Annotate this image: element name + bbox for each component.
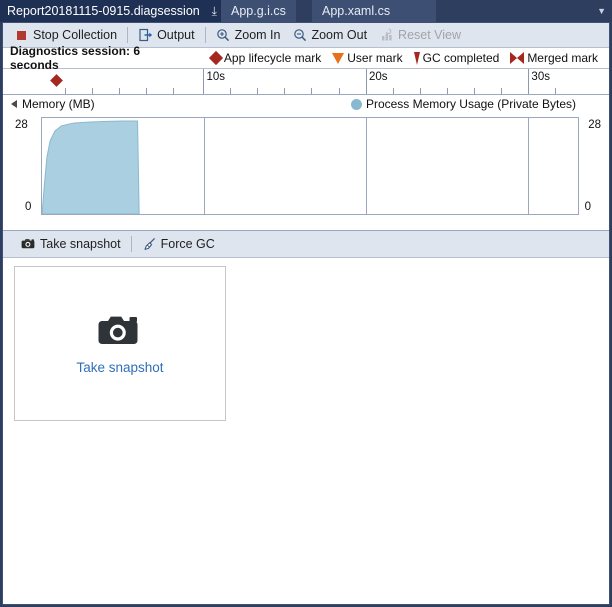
ruler-minor-tick xyxy=(500,88,502,94)
output-icon xyxy=(138,28,153,43)
memory-area-path xyxy=(42,120,140,214)
ruler-minor-tick xyxy=(311,88,313,94)
output-button[interactable]: Output xyxy=(132,25,201,46)
ruler-label: 20s xyxy=(368,71,388,83)
take-snapshot-button[interactable]: Take snapshot xyxy=(15,233,127,255)
legend-user-mark: User mark xyxy=(332,51,403,65)
ruler-minor-tick xyxy=(172,88,174,94)
ruler-minor-tick xyxy=(474,88,476,94)
plot-divider xyxy=(365,118,367,214)
output-label: Output xyxy=(157,28,195,42)
merged-marker-icon xyxy=(510,51,525,65)
tab-app-g-i-cs[interactable]: App.g.i.cs xyxy=(221,0,296,22)
plot-divider xyxy=(527,118,529,214)
ruler-minor-tick xyxy=(419,88,421,94)
memory-area-series xyxy=(42,120,140,214)
y-axis-max-right: 28 xyxy=(588,119,601,131)
collapse-triangle-icon[interactable] xyxy=(11,100,17,108)
tab-label: App.g.i.cs xyxy=(231,4,286,18)
legend-label: Merged mark xyxy=(527,51,598,65)
toolbar-divider xyxy=(204,27,206,43)
ruler-label: 30s xyxy=(531,71,550,83)
tab-report-diagsession[interactable]: Report20181115-0915.diagsession ⤓ ✕ xyxy=(0,0,243,22)
zoom-in-button[interactable]: Zoom In xyxy=(210,25,287,46)
legend-label: App lifecycle mark xyxy=(223,51,322,65)
ruler-minor-tick xyxy=(92,88,94,94)
snapshot-panel: Take snapshot xyxy=(3,258,609,579)
ruler-minor-tick xyxy=(555,88,557,94)
legend-gc-completed: GC completed xyxy=(413,51,500,65)
broom-icon xyxy=(142,237,157,252)
zoom-out-icon xyxy=(292,28,307,43)
diamond-marker-icon xyxy=(208,50,223,66)
memory-plot-area[interactable] xyxy=(41,117,579,215)
chart-section-divider xyxy=(3,221,609,231)
ruler-minor-tick xyxy=(230,88,232,94)
ruler-minor-tick xyxy=(65,88,67,94)
tab-overflow-chevron-down-icon[interactable]: ▼ xyxy=(597,0,606,22)
reset-view-label: Reset View xyxy=(398,28,462,42)
take-snapshot-link[interactable]: Take snapshot xyxy=(76,360,163,375)
session-duration-label: Diagnostics session: 6 seconds xyxy=(10,44,141,72)
zoom-out-button[interactable]: Zoom Out xyxy=(286,25,373,46)
stop-collection-label: Stop Collection xyxy=(33,28,118,42)
memory-chart: 28 0 28 0 xyxy=(3,113,609,221)
ruler-minor-tick xyxy=(446,88,448,94)
ruler-minor-tick xyxy=(145,88,147,94)
snapshot-toolbar: Take snapshot Force GC xyxy=(3,231,609,258)
memory-chart-header: Memory (MB) Process Memory Usage (Privat… xyxy=(3,95,609,113)
tab-label: Report20181115-0915.diagsession xyxy=(7,4,200,18)
ruler-track[interactable]: 10s 20s 30s xyxy=(41,69,579,94)
legend-merged-mark: Merged mark xyxy=(510,51,598,65)
series-color-dot-icon xyxy=(350,98,362,110)
plot-divider xyxy=(203,118,205,214)
memory-chart-title: Memory (MB) xyxy=(22,97,95,111)
force-gc-button[interactable]: Force GC xyxy=(136,233,221,255)
toolbar-divider xyxy=(127,27,129,43)
tab-label: App.xaml.cs xyxy=(322,4,391,18)
timeline-ruler[interactable]: 10s 20s 30s xyxy=(3,69,609,95)
legend-label: GC completed xyxy=(422,51,500,65)
legend-label: User mark xyxy=(347,51,403,65)
memory-chart-legend: Process Memory Usage (Private Bytes) xyxy=(350,95,576,113)
ruler-minor-tick xyxy=(119,88,120,94)
diagnostics-hub-window: Report20181115-0915.diagsession ⤓ ✕ App.… xyxy=(0,0,612,607)
force-gc-label: Force GC xyxy=(160,237,215,251)
camera-icon xyxy=(97,312,143,351)
zoom-in-icon xyxy=(216,28,231,43)
ruler-minor-tick xyxy=(284,88,286,94)
session-legend-bar: Diagnostics session: 6 seconds App lifec… xyxy=(3,44,609,72)
y-axis-min-left: 0 xyxy=(25,201,32,213)
zoom-out-label: Zoom Out xyxy=(311,28,368,42)
gc-marker-icon xyxy=(413,51,420,65)
snapshot-toolbar-divider xyxy=(130,236,132,252)
ruler-minor-tick xyxy=(338,88,340,94)
triangle-down-marker-icon xyxy=(332,52,345,64)
zoom-in-label: Zoom In xyxy=(234,28,281,42)
stop-icon xyxy=(14,28,29,43)
camera-icon xyxy=(21,237,36,252)
reset-view-button[interactable]: Reset View xyxy=(373,25,467,46)
reset-view-icon xyxy=(379,28,394,43)
pin-icon[interactable]: ⤓ xyxy=(208,5,221,17)
ruler-minor-tick xyxy=(257,88,259,94)
ruler-label: 10s xyxy=(206,71,226,83)
app-lifecycle-mark[interactable] xyxy=(50,74,64,87)
stop-collection-button[interactable]: Stop Collection xyxy=(8,25,123,46)
mark-legend: App lifecycle mark User mark GC complete… xyxy=(208,50,609,66)
take-snapshot-card[interactable]: Take snapshot xyxy=(14,266,226,421)
memory-chart-legend-label: Process Memory Usage (Private Bytes) xyxy=(365,97,576,111)
editor-tab-strip: Report20181115-0915.diagsession ⤓ ✕ App.… xyxy=(0,0,612,22)
tab-app-xaml-cs[interactable]: App.xaml.cs xyxy=(312,0,436,22)
take-snapshot-label: Take snapshot xyxy=(40,237,121,251)
y-axis-min-right: 0 xyxy=(584,201,591,213)
ruler-minor-tick xyxy=(392,88,394,94)
y-axis-max-left: 28 xyxy=(15,119,28,131)
legend-app-lifecycle-mark: App lifecycle mark xyxy=(208,50,322,66)
diagnostics-content-frame: Stop Collection Output Zoom In Zoom Out … xyxy=(2,22,610,605)
